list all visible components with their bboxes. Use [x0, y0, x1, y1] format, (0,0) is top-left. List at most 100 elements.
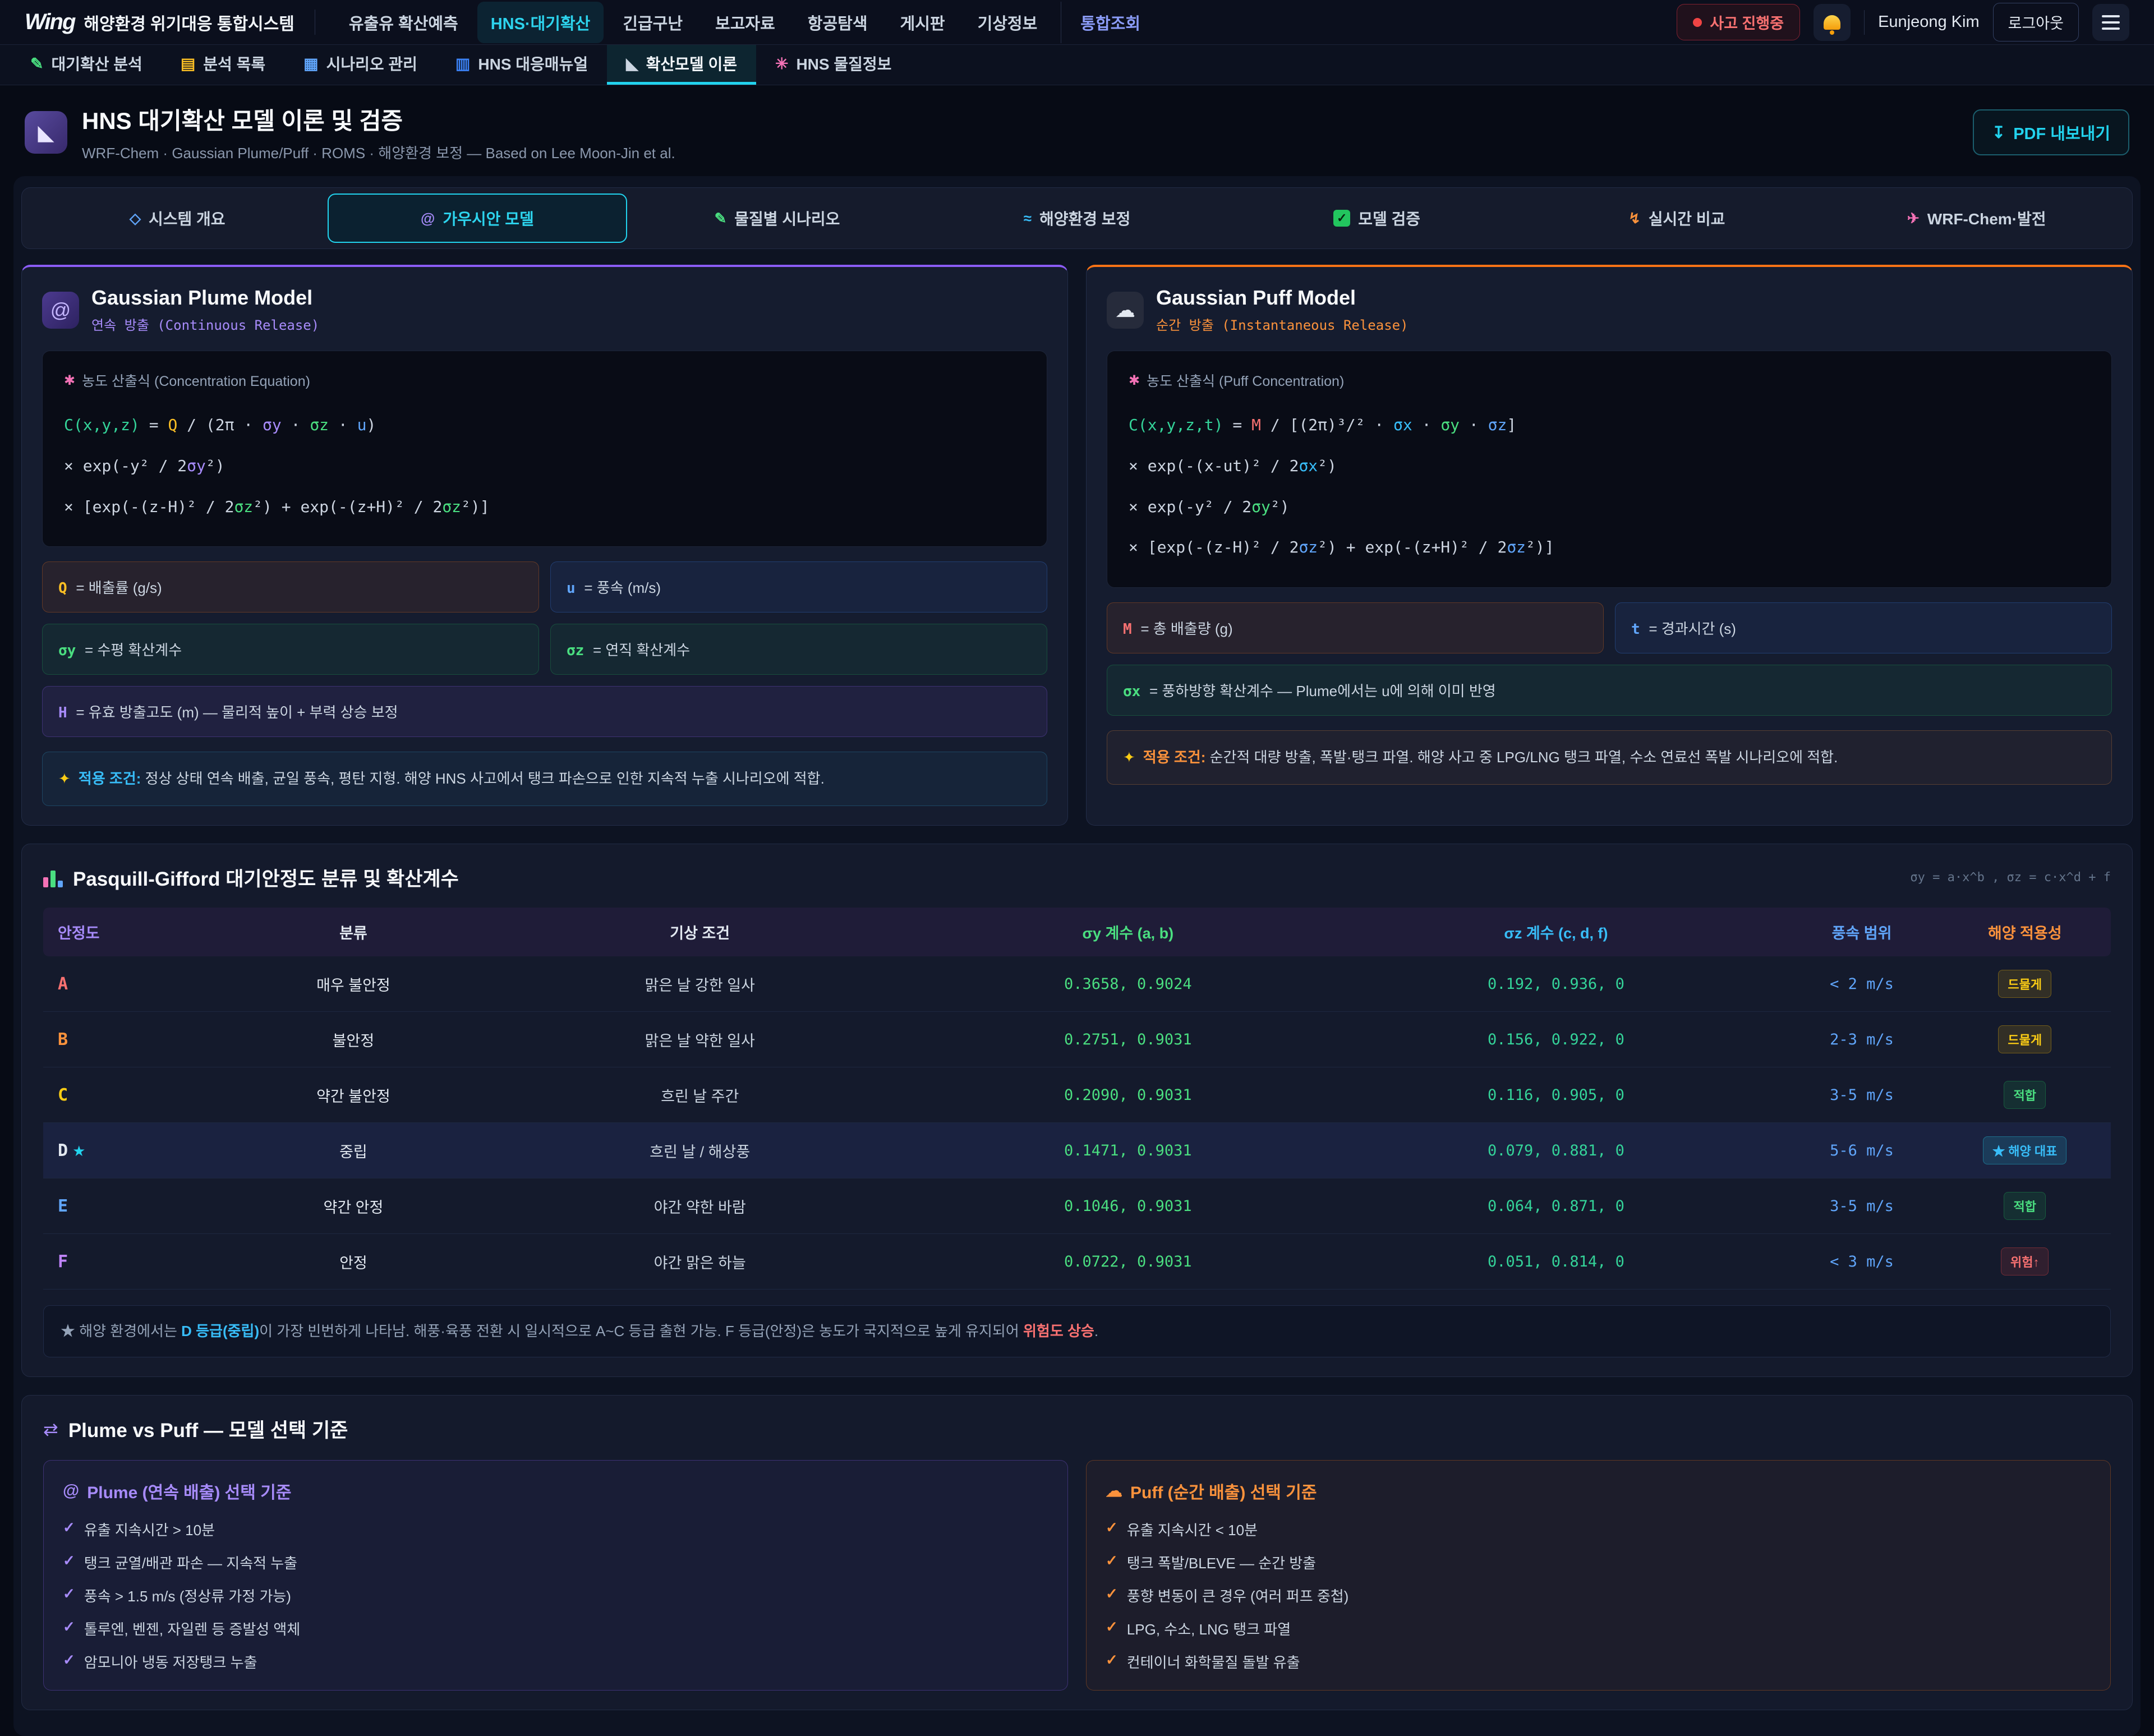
sigma-z-cell: 0.064, 0.871, 0 — [1342, 1198, 1770, 1215]
sub-nav-item[interactable]: ✳HNS 물질정보 — [756, 45, 910, 85]
plume-param-grid: Q = 배출률 (g/s)u = 풍속 (m/s)σy = 수평 확산계수σz … — [42, 561, 1047, 737]
top-nav-item[interactable]: 보고자료 — [702, 2, 789, 43]
puff-selection-title-text: Puff (순간 배출) 선택 기준 — [1130, 1479, 1317, 1503]
tab-물질별 시나리오[interactable]: ✎물질별 시나리오 — [627, 194, 927, 243]
table-row[interactable]: A매우 불안정맑은 날 강한 일사0.3658, 0.90240.192, 0.… — [43, 956, 2111, 1012]
sub-nav-item[interactable]: ▤분석 목록 — [162, 45, 284, 85]
parameter-box: σx = 풍하방향 확산계수 — Plume에서는 u에 의해 이미 반영 — [1107, 665, 2112, 716]
check-icon: ✓ — [63, 1552, 75, 1569]
class-cell: 중립 — [221, 1140, 486, 1162]
check-icon: ✓ — [63, 1519, 75, 1536]
notifications-button[interactable] — [1814, 4, 1851, 41]
tab-해양환경 보정[interactable]: ≈해양환경 보정 — [927, 194, 1227, 243]
pdf-export-button[interactable]: ↧ PDF 내보내기 — [1973, 109, 2129, 155]
sigma-z-cell: 0.192, 0.936, 0 — [1342, 975, 1770, 993]
grade-letter: C — [58, 1085, 68, 1105]
sub-nav-item-label: 대기확산 분석 — [51, 52, 142, 75]
gaussian-plume-card: @ Gaussian Plume Model 연속 방출 (Continuous… — [21, 265, 1068, 826]
equation-segment: × exp(-y² / 2 — [64, 457, 187, 475]
incident-status-badge[interactable]: 사고 진행중 — [1677, 4, 1800, 40]
divider — [1864, 10, 1865, 35]
table-row[interactable]: C약간 불안정흐린 날 주간0.2090, 0.90310.116, 0.905… — [43, 1067, 2111, 1123]
table-row[interactable]: B불안정맑은 날 약한 일사0.2751, 0.90310.156, 0.922… — [43, 1012, 2111, 1067]
table-row[interactable]: F안정야간 맑은 하늘0.0722, 0.90310.051, 0.814, 0… — [43, 1234, 2111, 1290]
table-row[interactable]: E약간 안정야간 약한 바람0.1046, 0.90310.064, 0.871… — [43, 1178, 2111, 1234]
sigma-z-cell: 0.051, 0.814, 0 — [1342, 1253, 1770, 1270]
dna-icon: ✳ — [775, 54, 788, 73]
bulb-icon: ✦ — [1123, 747, 1135, 768]
plume-equation-label: ✱ 농도 산출식 (Concentration Equation) — [64, 370, 1025, 390]
top-nav-items: 유출유 확산예측HNS·대기확산긴급구난보고자료항공탐색게시판기상정보통합조회 — [335, 2, 1154, 43]
class-cell: 매우 불안정 — [221, 973, 486, 995]
hamburger-menu-button[interactable] — [2092, 4, 2129, 41]
top-nav-item[interactable]: HNS·대기확산 — [477, 2, 604, 43]
criteria-text: 탱크 폭발/BLEVE — 순간 방출 — [1127, 1552, 1316, 1573]
brand-logo-icon: Wing — [25, 10, 75, 35]
equation-segment: σz — [1488, 416, 1507, 434]
tab-bar: ◇시스템 개요@가우시안 모델✎물질별 시나리오≈해양환경 보정✓모델 검증↯실… — [21, 187, 2133, 249]
bulb-icon: ✦ — [58, 768, 71, 790]
tab-시스템 개요[interactable]: ◇시스템 개요 — [27, 194, 328, 243]
sigma-formula: σy = a·x^b , σz = c·x^d + f — [1910, 871, 2111, 885]
tab-실시간 비교[interactable]: ↯실시간 비교 — [1527, 194, 1827, 243]
puff-equation-label: ✱ 농도 산출식 (Puff Concentration) — [1129, 370, 2090, 390]
stability-section-title: Pasquill-Gifford 대기안정도 분류 및 확산계수 — [73, 863, 459, 892]
column-header: 해양 적용성 — [1954, 921, 2096, 943]
stability-table: 안정도분류기상 조건σy 계수 (a, b)σz 계수 (c, d, f)풍속 … — [43, 908, 2111, 1290]
parameter-desc: = 배출률 (g/s) — [76, 579, 162, 596]
sub-nav-item[interactable]: ✎대기확산 분석 — [11, 45, 162, 85]
parameter-box: σz = 연직 확산계수 — [550, 624, 1047, 675]
stability-section-header: Pasquill-Gifford 대기안정도 분류 및 확산계수 σy = a·… — [43, 863, 2111, 892]
lightning-icon: ↯ — [1628, 210, 1641, 227]
wind-cell: 3-5 m/s — [1770, 1198, 1954, 1215]
equation-line: × [exp(-(z-H)² / 2σz²) + exp(-(z+H)² / 2… — [1129, 527, 2090, 568]
triangle-ruler-icon: ◣ — [25, 111, 67, 154]
logout-button[interactable]: 로그아웃 — [1993, 3, 2079, 42]
footnote-segment: ★ 해양 환경에서는 — [61, 1323, 181, 1339]
top-nav-item[interactable]: 기상정보 — [964, 2, 1051, 43]
top-nav-item[interactable]: 긴급구난 — [609, 2, 696, 43]
weather-cell: 야간 약한 바람 — [486, 1195, 914, 1217]
check-icon: ✓ — [63, 1585, 75, 1603]
tab-모델 검증[interactable]: ✓모델 검증 — [1227, 194, 1527, 243]
sub-nav-item[interactable]: ◣확산모델 이론 — [607, 45, 756, 85]
sub-nav-item[interactable]: ▥HNS 대응매뉴얼 — [436, 45, 607, 85]
grade-cell: D★ — [58, 1141, 221, 1161]
table-row[interactable]: D★중립흐린 날 / 해상풍0.1471, 0.90310.079, 0.881… — [43, 1123, 2111, 1178]
sigma-z-cell: 0.116, 0.905, 0 — [1342, 1086, 1770, 1104]
criteria-text: 탱크 균열/배관 파손 — 지속적 누출 — [84, 1552, 297, 1573]
applicability-badge: 드물게 — [1998, 970, 2051, 998]
tab-가우시안 모델[interactable]: @가우시안 모델 — [328, 194, 628, 243]
equation-segment: / [(2π)³/² · — [1261, 416, 1393, 434]
top-nav-item[interactable]: 유출유 확산예측 — [335, 2, 472, 43]
puff-condition-text: 적용 조건: 순간적 대량 방출, 폭발·탱크 파열. 해양 사고 중 LPG/… — [1143, 747, 1838, 768]
criteria-item: ✓풍속 > 1.5 m/s (정상류 가정 가능) — [63, 1585, 1048, 1606]
criteria-text: LPG, 수소, LNG 탱크 파열 — [1127, 1618, 1291, 1639]
sub-nav-item[interactable]: ▦시나리오 관리 — [284, 45, 436, 85]
tab-WRF-Chem·발전[interactable]: ✈WRF-Chem·발전 — [1826, 194, 2127, 243]
top-nav-item[interactable]: 게시판 — [887, 2, 959, 43]
equation-segment: σy — [263, 416, 282, 434]
column-header: 기상 조건 — [486, 921, 914, 943]
parameter-box: t = 경과시간 (s) — [1615, 602, 2112, 653]
apply-cell: 드물게 — [1954, 1025, 2096, 1053]
incident-dot-icon — [1693, 18, 1702, 27]
equation-segment: u — [357, 416, 367, 434]
main-content: ◇시스템 개요@가우시안 모델✎물질별 시나리오≈해양환경 보정✓모델 검증↯실… — [13, 176, 2141, 1736]
pin-icon: ✱ — [1129, 372, 1140, 389]
top-nav-item[interactable]: 통합조회 — [1061, 2, 1154, 43]
tab-label: 시스템 개요 — [149, 207, 225, 229]
top-nav: Wing 해양환경 위기대응 통합시스템 유출유 확산예측HNS·대기확산긴급구… — [0, 0, 2154, 45]
check-icon: ✓ — [63, 1651, 75, 1669]
equation-line: × exp(-y² / 2σy²) — [1129, 487, 2090, 528]
criteria-item: ✓컨테이너 화학물질 돌발 유출 — [1106, 1651, 2091, 1672]
top-nav-item[interactable]: 항공탐색 — [794, 2, 881, 43]
grade-letter: D — [58, 1141, 68, 1161]
footnote-segment: 위험도 상승 — [1023, 1323, 1094, 1339]
parameter-symbol: σy — [58, 642, 85, 659]
tab-label: 해양환경 보정 — [1039, 207, 1130, 229]
page-title: HNS 대기확산 모델 이론 및 검증 — [82, 102, 675, 136]
wind-cell: 2-3 m/s — [1770, 1031, 1954, 1048]
equation-segment: ²) + exp(-(z+H)² / 2 — [1318, 538, 1507, 556]
star-icon: ★ — [72, 1143, 85, 1159]
